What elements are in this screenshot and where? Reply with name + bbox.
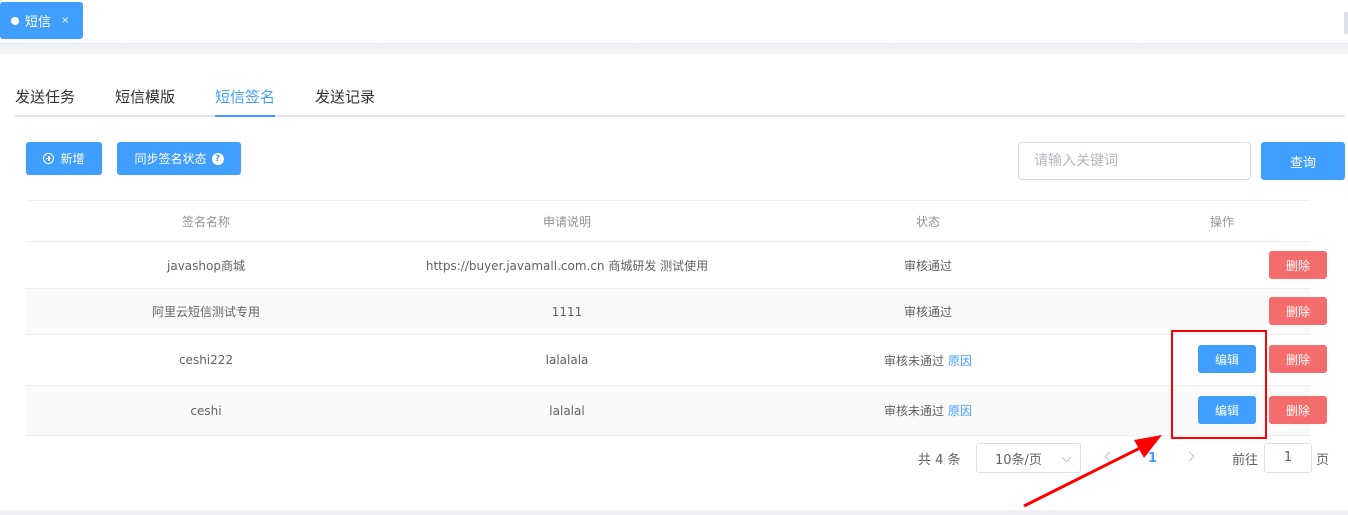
cell-description: lalalala [545, 353, 589, 367]
cell-status: 审核未通过 原因 [884, 386, 972, 435]
table-header: 签名名称 申请说明 状态 操作 [26, 200, 1310, 242]
table-row: 阿里云短信测试专用 1111 审核通过 删除 [26, 289, 1327, 335]
add-button[interactable]: 新增 [26, 142, 102, 175]
search-input[interactable] [1018, 142, 1251, 180]
cell-signature-name: javashop商城 [167, 258, 245, 273]
tab-send-task[interactable]: 发送任务 [15, 86, 75, 107]
delete-button[interactable]: 删除 [1269, 251, 1327, 279]
tab-sms-label: 短信 [25, 15, 52, 30]
reason-link[interactable]: 原因 [948, 402, 972, 419]
table-row: javashop商城 https://buyer.javamall.com.cn… [26, 242, 1327, 289]
close-icon[interactable]: × [61, 15, 69, 26]
search-button-label: 查询 [1289, 155, 1316, 171]
cell-status: 审核通过 [903, 305, 953, 319]
delete-button[interactable]: 删除 [1269, 396, 1327, 424]
bottom-divider [0, 510, 1348, 515]
plus-circle-icon [43, 153, 55, 164]
table-row: ceshi lalalal 审核未通过 原因 编辑 删除 [26, 386, 1327, 436]
annotation-arrow [1023, 435, 1162, 508]
tab-bar: 短信 × [0, 0, 1348, 44]
goto-label: 前往 [1232, 452, 1259, 468]
cell-signature-name: ceshi [190, 403, 222, 418]
header-description: 申请说明 [542, 215, 592, 229]
add-button-label: 新增 [60, 152, 85, 166]
header-signature-name: 签名名称 [181, 215, 231, 229]
scroll-handle[interactable] [1344, 12, 1348, 34]
status-text: 审核未通过 [883, 353, 944, 368]
pagination-total: 共 4 条 [918, 452, 961, 468]
sync-signature-status-button[interactable]: 同步签名状态 ? [117, 142, 241, 175]
active-tab-indicator [215, 115, 275, 117]
cell-status: 审核通过 [903, 258, 953, 273]
reason-link[interactable]: 原因 [948, 352, 972, 369]
table-row: ceshi222 lalalala 审核未通过 原因 编辑 删除 [26, 335, 1327, 386]
goto-page-input[interactable]: 1 [1264, 443, 1312, 473]
cell-description: https://buyer.javamall.com.cn 商城研发 测试使用 [425, 258, 709, 273]
cell-description: 1111 [551, 304, 583, 319]
delete-button[interactable]: 删除 [1269, 345, 1327, 373]
tab-send-record[interactable]: 发送记录 [315, 86, 375, 107]
cell-signature-name: ceshi222 [178, 353, 234, 367]
signature-table: 签名名称 申请说明 状态 操作 javashop商城 https://buyer… [26, 200, 1327, 436]
next-page-icon[interactable] [1184, 451, 1195, 462]
cell-description: lalalal [549, 403, 585, 418]
tab-sms-template[interactable]: 短信模版 [115, 86, 175, 107]
cell-status: 审核未通过 原因 [884, 335, 972, 385]
tab-sms-signature[interactable]: 短信签名 [215, 86, 275, 107]
delete-button[interactable]: 删除 [1269, 297, 1327, 325]
header-actions: 操作 [1209, 215, 1235, 229]
header-status: 状态 [915, 215, 941, 229]
sub-tabs: 发送任务 短信模版 短信签名 发送记录 [15, 72, 1345, 117]
help-icon[interactable]: ? [211, 152, 224, 165]
tab-bar-divider [0, 44, 1348, 54]
annotation-highlight-box [1171, 330, 1267, 439]
page-suffix: 页 [1316, 452, 1330, 468]
cell-signature-name: 阿里云短信测试专用 [151, 305, 261, 319]
status-text: 审核未通过 [883, 404, 944, 418]
search-button[interactable]: 查询 [1261, 142, 1345, 180]
sync-button-label: 同步签名状态 [134, 152, 207, 166]
dot-icon [11, 16, 19, 25]
tab-sms[interactable]: 短信 × [0, 2, 83, 39]
